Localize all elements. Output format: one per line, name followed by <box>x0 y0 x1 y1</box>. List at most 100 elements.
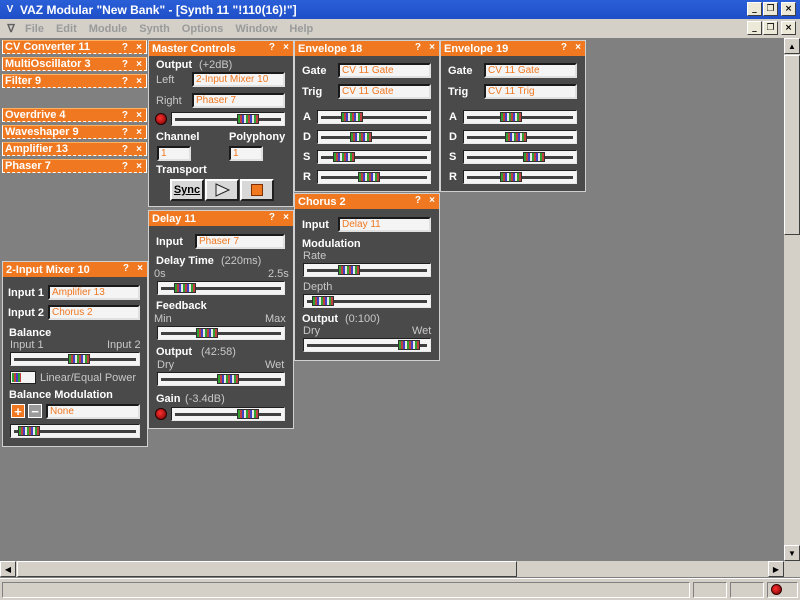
menu-edit[interactable]: Edit <box>50 23 83 35</box>
close-icon[interactable]: × <box>429 195 435 206</box>
close-icon[interactable]: × <box>136 161 142 172</box>
sustain-slider[interactable] <box>317 150 431 164</box>
module-overdrive[interactable]: Overdrive 4 ? × <box>2 108 147 122</box>
menu-options[interactable]: Options <box>176 23 230 35</box>
linear-equal-power-toggle[interactable] <box>10 371 36 384</box>
sustain-slider[interactable] <box>463 150 577 164</box>
slider-thumb[interactable] <box>18 426 41 436</box>
input-field[interactable]: Delay 11 <box>338 217 431 232</box>
help-icon[interactable]: ? <box>122 161 128 172</box>
play-button[interactable] <box>205 179 239 201</box>
output-level-slider[interactable] <box>171 112 285 126</box>
channel-field[interactable]: 1 <box>157 146 191 161</box>
panel-header[interactable]: 2-Input Mixer 10 ? × <box>3 262 147 277</box>
gate-field[interactable]: CV 11 Gate <box>338 63 431 78</box>
menu-module[interactable]: Module <box>83 23 134 35</box>
menu-synth[interactable]: Synth <box>133 23 176 35</box>
help-icon[interactable]: ? <box>269 212 275 223</box>
scroll-up-icon[interactable]: ▲ <box>784 38 800 54</box>
polyphony-field[interactable]: 1 <box>229 146 263 161</box>
close-icon[interactable]: × <box>283 212 289 223</box>
help-icon[interactable]: ? <box>269 42 275 53</box>
slider-thumb[interactable] <box>500 112 522 122</box>
help-icon[interactable]: ? <box>122 59 128 70</box>
minimize-button[interactable]: _ <box>747 2 762 16</box>
output-mix-slider[interactable] <box>303 338 431 352</box>
help-icon[interactable]: ? <box>415 195 421 206</box>
close-icon[interactable]: × <box>137 263 143 274</box>
help-icon[interactable]: ? <box>122 127 128 138</box>
input1-field[interactable]: Amplifier 13 <box>48 285 140 300</box>
vertical-scrollbar[interactable]: ▲ ▼ <box>784 38 800 561</box>
close-icon[interactable]: × <box>575 42 581 53</box>
help-icon[interactable]: ? <box>122 110 128 121</box>
power-led-icon[interactable] <box>155 113 167 125</box>
close-icon[interactable]: × <box>136 144 142 155</box>
close-icon[interactable]: × <box>136 59 142 70</box>
help-icon[interactable]: ? <box>122 76 128 87</box>
horizontal-scrollbar[interactable]: ◀ ▶ <box>0 561 784 577</box>
panel-header[interactable]: Envelope 19 ? × <box>441 41 585 56</box>
panel-header[interactable]: Chorus 2 ? × <box>295 194 439 209</box>
input2-field[interactable]: Chorus 2 <box>48 305 140 320</box>
scroll-down-icon[interactable]: ▼ <box>784 545 800 561</box>
trig-field[interactable]: CV 11 Trig <box>484 84 577 99</box>
menu-window[interactable]: Window <box>229 23 283 35</box>
slider-thumb[interactable] <box>236 409 259 419</box>
slider-thumb[interactable] <box>357 172 380 182</box>
app-menu-icon[interactable]: ∇ <box>3 22 19 36</box>
module-multioscillator[interactable]: MultiOscillator 3 ? × <box>2 57 147 71</box>
input-field[interactable]: Phaser 7 <box>195 234 285 249</box>
slider-thumb[interactable] <box>500 172 522 182</box>
panel-header[interactable]: Delay 11 ? × <box>149 211 293 226</box>
menu-help[interactable]: Help <box>283 23 319 35</box>
panel-header[interactable]: Envelope 18 ? × <box>295 41 439 56</box>
slider-thumb[interactable] <box>349 132 372 142</box>
restore-button[interactable]: ❐ <box>763 2 778 16</box>
scroll-right-icon[interactable]: ▶ <box>768 561 784 577</box>
left-source-field[interactable]: 2-Input Mixer 10 <box>192 72 285 87</box>
add-modulation-button[interactable]: + <box>11 404 25 418</box>
close-icon[interactable]: × <box>136 110 142 121</box>
mdi-restore-button[interactable]: ❐ <box>763 21 778 35</box>
feedback-slider[interactable] <box>157 326 285 340</box>
mdi-close-button[interactable]: × <box>781 21 796 35</box>
slider-thumb[interactable] <box>397 340 420 350</box>
release-slider[interactable] <box>463 170 577 184</box>
slider-thumb[interactable] <box>522 152 545 162</box>
help-icon[interactable]: ? <box>122 144 128 155</box>
slider-thumb[interactable] <box>217 374 240 384</box>
decay-slider[interactable] <box>463 130 577 144</box>
balance-modulation-slider[interactable] <box>10 424 140 438</box>
module-waveshaper[interactable]: Waveshaper 9 ? × <box>2 125 147 139</box>
close-icon[interactable]: × <box>136 42 142 53</box>
attack-slider[interactable] <box>463 110 577 124</box>
attack-slider[interactable] <box>317 110 431 124</box>
help-icon[interactable]: ? <box>122 42 128 53</box>
depth-slider[interactable] <box>303 294 431 308</box>
close-icon[interactable]: × <box>429 42 435 53</box>
slider-thumb[interactable] <box>173 283 196 293</box>
balance-modulation-field[interactable]: None <box>46 404 140 419</box>
gain-led-icon[interactable] <box>155 408 167 420</box>
close-icon[interactable]: × <box>136 127 142 138</box>
help-icon[interactable]: ? <box>561 42 567 53</box>
module-cv-converter[interactable]: CV Converter 11 ? × <box>2 40 147 54</box>
right-source-field[interactable]: Phaser 7 <box>192 93 285 108</box>
close-icon[interactable]: × <box>283 42 289 53</box>
delay-time-slider[interactable] <box>157 281 285 295</box>
gate-field[interactable]: CV 11 Gate <box>484 63 577 78</box>
panel-header[interactable]: Master Controls ? × <box>149 41 293 56</box>
slider-thumb[interactable] <box>312 296 335 306</box>
rate-slider[interactable] <box>303 263 431 277</box>
close-icon[interactable]: × <box>136 76 142 87</box>
module-amplifier[interactable]: Amplifier 13 ? × <box>2 142 147 156</box>
remove-modulation-button[interactable]: − <box>28 404 42 418</box>
slider-thumb[interactable] <box>504 132 527 142</box>
slider-thumb[interactable] <box>338 265 361 275</box>
slider-thumb[interactable] <box>341 112 364 122</box>
vertical-scroll-thumb[interactable] <box>784 55 800 235</box>
release-slider[interactable] <box>317 170 431 184</box>
slider-thumb[interactable] <box>196 328 219 338</box>
help-icon[interactable]: ? <box>123 263 129 274</box>
